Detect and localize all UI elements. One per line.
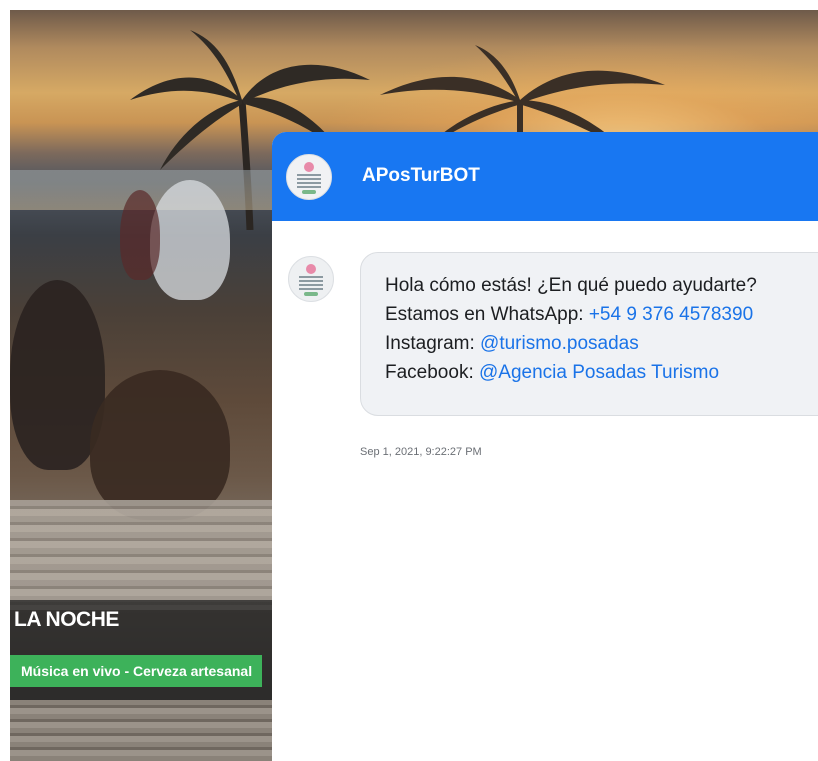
logo-badge: [304, 292, 318, 296]
person-silhouette: [90, 370, 230, 520]
instagram-label: Instagram:: [385, 333, 481, 354]
promo-tag[interactable]: Música en vivo - Cerveza artesanal: [10, 655, 262, 687]
logo-icon: [306, 264, 316, 274]
promo-title: LA NOCHE: [14, 608, 119, 631]
chat-widget: APosTurBOT Hola cómo estás! ¿En qué pued…: [272, 132, 818, 761]
person-silhouette: [150, 180, 230, 300]
instagram-line: Instagram: @turismo.posadas: [385, 329, 818, 358]
instagram-link[interactable]: @turismo.posadas: [480, 333, 639, 354]
person-silhouette: [120, 190, 160, 280]
message-avatar: [288, 256, 334, 302]
message-bubble: Hola cómo estás! ¿En qué puedo ayudarte?…: [360, 252, 818, 416]
logo-icon: [304, 162, 314, 172]
facebook-link[interactable]: @Agencia Posadas Turismo: [479, 362, 719, 383]
bot-name: APosTurBOT: [362, 165, 480, 186]
logo-badge: [302, 190, 316, 194]
message-timestamp: Sep 1, 2021, 9:22:27 PM: [360, 446, 482, 458]
facebook-label: Facebook:: [385, 362, 479, 383]
logo-text: [297, 174, 321, 188]
chat-header: APosTurBOT: [272, 132, 818, 221]
facebook-line: Facebook: @Agencia Posadas Turismo: [385, 358, 818, 387]
whatsapp-label: Estamos en WhatsApp:: [385, 304, 589, 325]
whatsapp-link[interactable]: +54 9 376 4578390: [589, 304, 753, 325]
wooden-table: [10, 500, 272, 610]
greeting-text: Hola cómo estás! ¿En qué puedo ayudarte?: [385, 275, 757, 296]
logo-text: [299, 276, 323, 290]
bot-avatar[interactable]: [286, 154, 332, 200]
wooden-table: [10, 700, 272, 761]
whatsapp-line: Estamos en WhatsApp: +54 9 376 4578390: [385, 300, 818, 329]
